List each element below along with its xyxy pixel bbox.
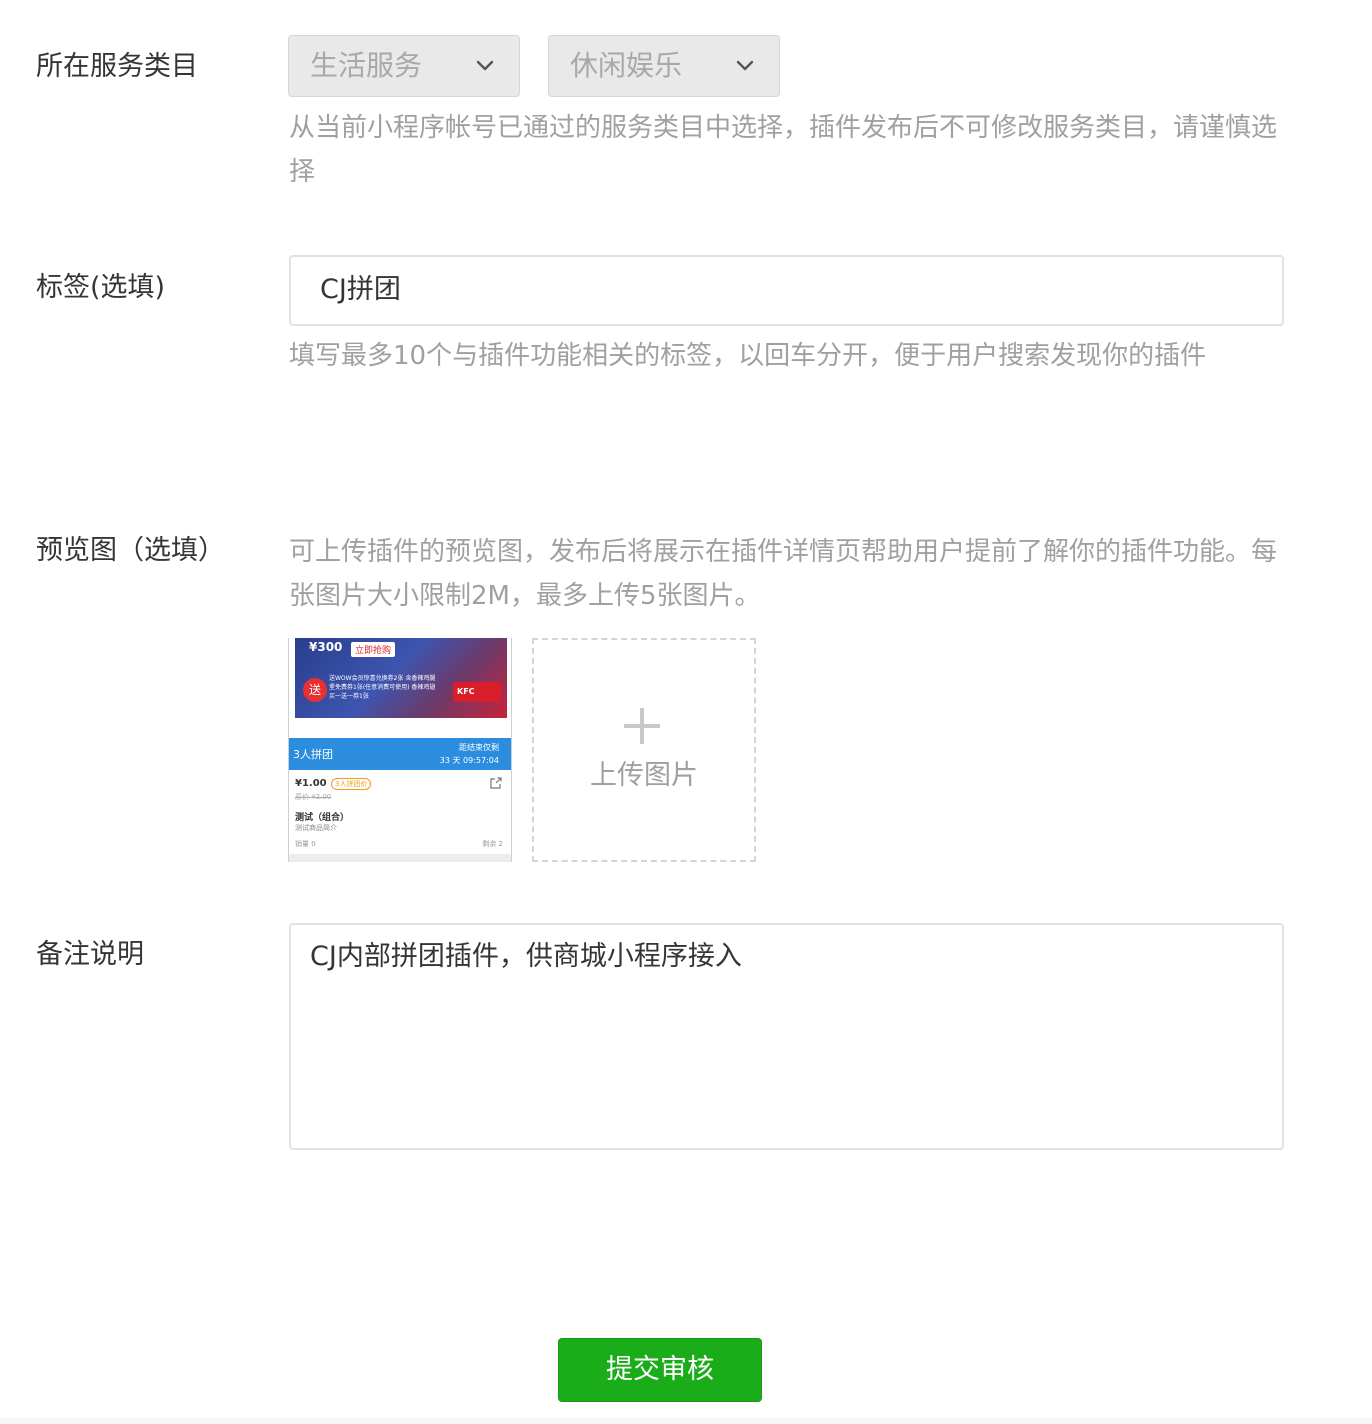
tags-label: 标签(选填): [36, 272, 166, 303]
thumbnail-price: ¥1.00: [295, 778, 327, 789]
chevron-down-icon: [476, 60, 494, 71]
remarks-textarea[interactable]: CJ内部拼团插件，供商城小程序接入: [289, 923, 1284, 1150]
tags-input-value: CJ拼团: [320, 274, 401, 305]
plus-icon: [624, 708, 660, 744]
thumbnail-product-name: 测试（组合）: [295, 813, 350, 823]
upload-image-label: 上传图片: [590, 760, 698, 791]
thumbnail-brand-logo: KFC: [453, 682, 501, 702]
submit-review-button[interactable]: 提交审核: [558, 1338, 762, 1402]
plugin-publish-form: 所在服务类目 生活服务 休闲娱乐 从当前小程序帐号已通过的服务类目中选择，插件发…: [0, 0, 1372, 1424]
thumbnail-product-desc: 测试商品简介: [295, 824, 337, 832]
chevron-down-icon: [736, 60, 754, 71]
thumbnail-group-bar: 3人拼团 距结束仅剩 33 天 09:57:04: [289, 738, 511, 770]
tags-hint: 填写最多10个与插件功能相关的标签，以回车分开，便于用户搜索发现你的插件: [289, 341, 1207, 371]
upload-image-button[interactable]: 上传图片: [532, 638, 756, 862]
thumbnail-remaining-count: 剩余 2: [482, 840, 503, 848]
remarks-label: 备注说明: [36, 939, 144, 970]
thumbnail-countdown-value: 33 天 09:57:04: [439, 756, 499, 765]
thumbnail-banner-price: ¥300: [309, 640, 343, 654]
share-icon: [490, 777, 502, 789]
thumbnail-group-title: 3人拼团: [293, 748, 333, 761]
preview-hint: 可上传插件的预览图，发布后将展示在插件详情页帮助用户提前了解你的插件功能。每张图…: [289, 537, 1278, 611]
preview-image-thumbnail[interactable]: ¥300 立即抢购 送 送WOW会员惊喜兑换券2张 含香辣鸡腿堡免费券1张(任意…: [288, 638, 512, 862]
thumbnail-gift-badge: 送: [303, 678, 327, 702]
tags-input[interactable]: CJ拼团: [289, 255, 1284, 326]
thumbnail-sold-count: 销量 0: [295, 840, 316, 848]
secondary-category-select[interactable]: 休闲娱乐: [548, 35, 780, 97]
thumbnail-banner: ¥300 立即抢购 送 送WOW会员惊喜兑换券2张 含香辣鸡腿堡免费券1张(任意…: [295, 638, 507, 718]
primary-category-select[interactable]: 生活服务: [288, 35, 520, 97]
thumbnail-gift-text: 送WOW会员惊喜兑换券2张 含香辣鸡腿堡免费券1张(任意消费可使用) 香辣鸡翅买…: [329, 675, 436, 700]
thumbnail-price-tag: 3人拼团价: [331, 778, 372, 790]
service-category-label: 所在服务类目: [36, 51, 198, 82]
preview-label: 预览图（选填）: [36, 535, 225, 566]
service-category-hint: 从当前小程序帐号已通过的服务类目中选择，插件发布后不可修改服务类目，请谨慎选择: [289, 113, 1278, 187]
thumbnail-original-price: 原价 ¥2.00: [295, 793, 332, 801]
thumbnail-buy-button: 立即抢购: [351, 642, 396, 657]
secondary-category-value: 休闲娱乐: [570, 49, 683, 82]
bottom-divider: [0, 1418, 1372, 1424]
thumbnail-footer: [289, 854, 511, 862]
remarks-textarea-value: CJ内部拼团插件，供商城小程序接入: [310, 941, 742, 972]
thumbnail-countdown: 距结束仅剩 33 天 09:57:04: [440, 741, 499, 767]
thumbnail-countdown-label: 距结束仅剩: [459, 743, 499, 752]
primary-category-value: 生活服务: [310, 49, 423, 82]
